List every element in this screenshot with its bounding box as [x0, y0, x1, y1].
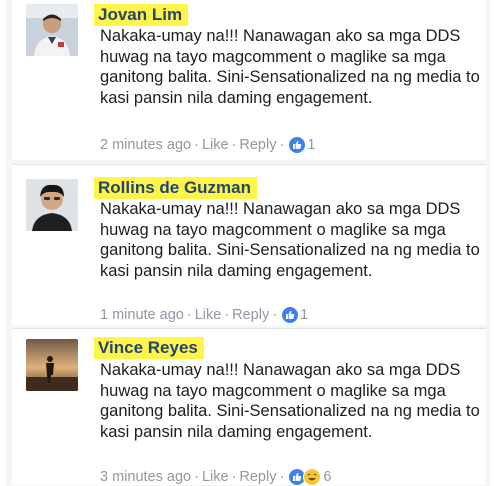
like-link[interactable]: Like — [195, 307, 222, 323]
separator: · — [186, 307, 192, 324]
separator: · — [194, 469, 199, 485]
comment-item: Rollins de Guzman Nakaka-umay na!!! Nana… — [12, 164, 486, 325]
avatar[interactable] — [26, 4, 78, 56]
reply-link[interactable]: Reply — [232, 307, 269, 323]
comment-text: Nakaka-umay na!!! Nanawagan ako sa mga D… — [100, 200, 480, 280]
reaction-count[interactable]: 1 — [307, 137, 315, 153]
avatar[interactable] — [26, 339, 78, 391]
comment-meta: 2 minutes ago · Like · Reply · 1 — [100, 137, 315, 154]
separator: · — [272, 307, 278, 324]
comment-meta: 1 minute ago · Like · Reply · 1 — [100, 307, 308, 324]
reply-link[interactable]: Reply — [239, 469, 276, 485]
reaction-count[interactable]: 6 — [323, 469, 331, 485]
commenter-name[interactable]: Rollins de Guzman — [94, 177, 258, 199]
reaction-count[interactable]: 1 — [300, 307, 308, 323]
separator: · — [224, 307, 230, 324]
laughing-face-icon[interactable] — [303, 468, 322, 486]
like-link[interactable]: Like — [202, 137, 229, 153]
comment-meta: 3 minutes ago · Like · Reply · 6 — [100, 468, 331, 486]
like-link[interactable]: Like — [202, 469, 229, 485]
comment-text: Nakaka-umay na!!! Nanawagan ako sa mga D… — [100, 361, 480, 441]
thumbs-up-icon[interactable] — [282, 307, 299, 324]
comment-item: Vince Reyes Nakaka-umay na!!! Nanawagan … — [12, 328, 486, 486]
separator: · — [231, 137, 237, 154]
thumbs-up-icon[interactable] — [289, 137, 306, 154]
comment-timestamp[interactable]: 2 minutes ago — [100, 137, 191, 153]
avatar[interactable] — [26, 179, 78, 231]
comment-text: Nakaka-umay na!!! Nanawagan ako sa mga D… — [100, 27, 480, 107]
separator: · — [194, 137, 199, 154]
comment-timestamp[interactable]: 1 minute ago — [100, 307, 184, 323]
separator: · — [279, 137, 285, 154]
separator: · — [279, 469, 285, 485]
comment-timestamp[interactable]: 3 minutes ago — [100, 469, 191, 485]
commenter-name[interactable]: Jovan Lim — [94, 4, 189, 26]
commenter-name[interactable]: Vince Reyes — [94, 337, 204, 359]
reply-link[interactable]: Reply — [239, 137, 276, 153]
separator: · — [231, 469, 237, 485]
comment-thread: Jovan Lim Nakaka-umay na!!! Nanawagan ak… — [6, 0, 490, 486]
comment-item: Jovan Lim Nakaka-umay na!!! Nanawagan ak… — [12, 0, 486, 160]
